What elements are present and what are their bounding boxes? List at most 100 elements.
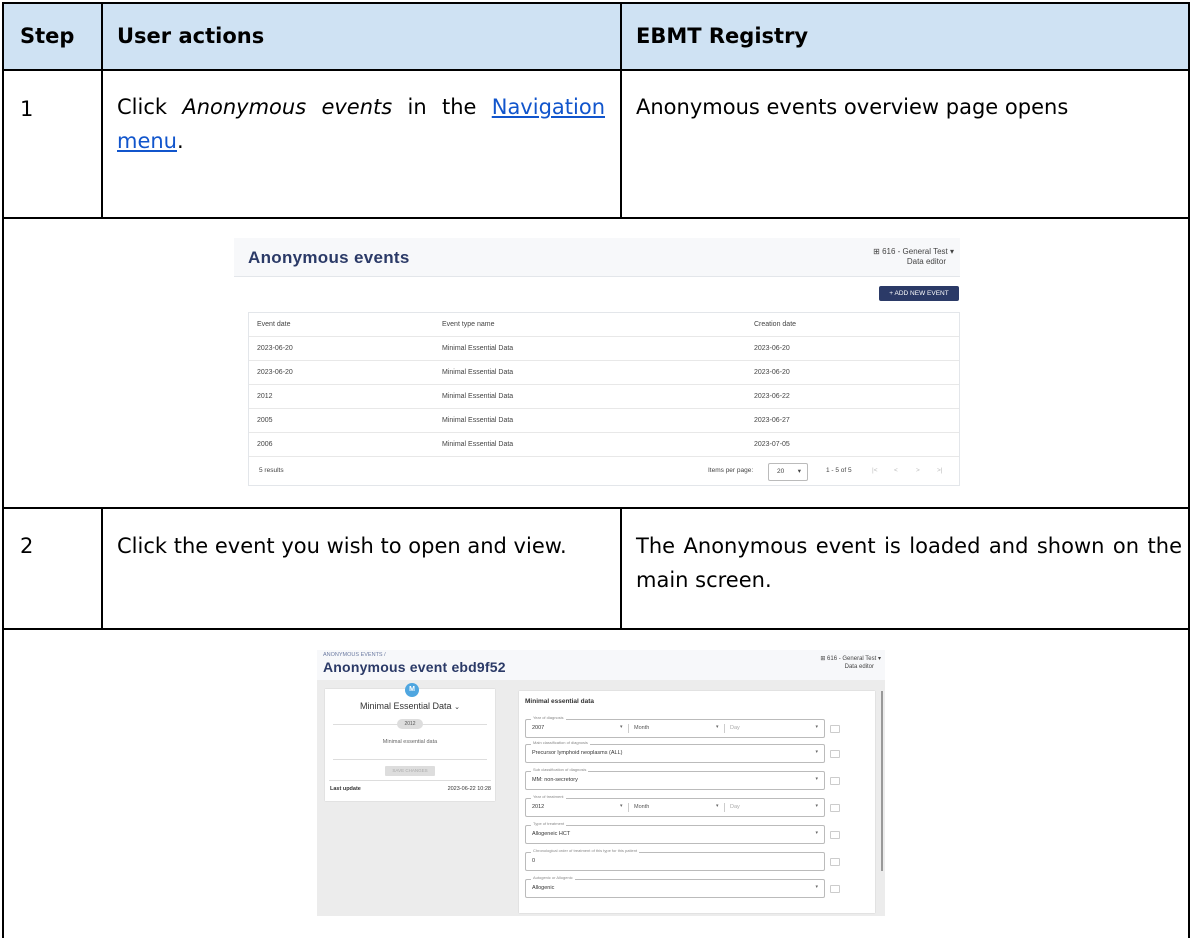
- main-classification-field[interactable]: Main classification of diagnosis Precurs…: [525, 740, 825, 763]
- cell-event-date: 2023-06-20: [257, 345, 293, 352]
- field-label: Main classification of diagnosis: [531, 740, 590, 745]
- items-per-page-label: Items per page:: [708, 467, 754, 474]
- screenshot-anonymous-event-detail: ANONYMOUS EVENTS / Anonymous event ebd9f…: [317, 650, 885, 916]
- form-card: Minimal essential data Year of diagnosis…: [519, 691, 883, 913]
- table-footer: 5 results Items per page: 20 ▾ 1 - 5 of …: [249, 458, 959, 484]
- chevron-down-icon: ▾: [815, 803, 818, 809]
- table-border: [101, 508, 103, 629]
- column-header: Creation date: [754, 321, 797, 328]
- action-italic: Anonymous events: [182, 95, 393, 119]
- header-user-actions: User actions: [117, 24, 265, 48]
- cell-event-date: 2005: [257, 417, 273, 424]
- field-value: 0: [532, 858, 536, 864]
- comment-icon[interactable]: [830, 885, 840, 893]
- event-type-selector[interactable]: Minimal Essential Data ⌄: [325, 701, 495, 711]
- items-per-page-select[interactable]: 20 ▾: [768, 463, 808, 481]
- page-title: Anonymous events: [248, 248, 410, 267]
- table-border: [2, 2, 1190, 4]
- year-of-treatment-field[interactable]: Year of treatment 2012 ▾ Month ▾ Day ▾: [525, 794, 825, 817]
- month-select[interactable]: Month: [634, 804, 649, 810]
- table-border: [2, 217, 1190, 219]
- chevron-down-icon: ▾: [815, 830, 818, 836]
- comment-icon[interactable]: [830, 777, 840, 785]
- divider: [628, 724, 629, 733]
- event-subtitle: Minimal essential data: [382, 739, 438, 745]
- action-suffix: .: [177, 129, 184, 153]
- chevron-down-icon: ▾: [716, 724, 719, 730]
- table-row[interactable]: 2023-06-20 Minimal Essential Data 2023-0…: [249, 337, 959, 361]
- table-row[interactable]: 2012 Minimal Essential Data 2023-06-22: [249, 385, 959, 409]
- table-row[interactable]: 2023-06-20 Minimal Essential Data 2023-0…: [249, 361, 959, 385]
- cell-event-type: Minimal Essential Data: [442, 345, 514, 352]
- breadcrumb[interactable]: ANONYMOUS EVENTS /: [323, 652, 386, 658]
- user-action-text: Click the event you wish to open and vie…: [117, 534, 567, 558]
- registry-result-text: Anonymous events overview page opens: [636, 95, 1069, 119]
- cell-creation-date: 2023-07-05: [754, 441, 790, 448]
- field-value: 2012: [532, 804, 545, 810]
- cell-event-type: Minimal Essential Data: [442, 441, 514, 448]
- last-page-icon[interactable]: >|: [937, 458, 942, 484]
- comment-icon[interactable]: [830, 858, 840, 866]
- page-header: Anonymous events ⊞ 616 - General Test ▾ …: [234, 238, 960, 277]
- divider: [333, 759, 487, 760]
- chevron-down-icon: ▾: [877, 656, 881, 662]
- tenant-name: 616 - General Test: [827, 656, 877, 662]
- hospital-icon: ⊞: [820, 656, 826, 662]
- type-of-treatment-field[interactable]: Type of treatment Allogeneic HCT ▾: [525, 821, 825, 844]
- hospital-icon: ⊞: [873, 247, 880, 256]
- tenant-role: Data editor: [844, 664, 874, 670]
- sub-classification-field[interactable]: Sub classification of diagnosis MM: non-…: [525, 767, 825, 790]
- field-label: Year of treatment: [531, 794, 566, 799]
- comment-icon[interactable]: [830, 831, 840, 839]
- header-step: Step: [20, 24, 75, 48]
- comment-icon[interactable]: [830, 725, 840, 733]
- tenant-selector[interactable]: ⊞ 616 - General Test ▾ Data editor: [873, 247, 954, 267]
- results-count: 5 results: [259, 467, 284, 474]
- chevron-down-icon: ▾: [949, 247, 954, 256]
- field-value: Precursor lymphoid neoplasms (ALL): [532, 750, 623, 756]
- year-of-diagnosis-field[interactable]: Year of diagnosis 2007 ▾ Month ▾ Day ▾: [525, 715, 825, 738]
- comment-icon[interactable]: [830, 750, 840, 758]
- divider: [628, 803, 629, 812]
- cell-creation-date: 2023-06-20: [754, 345, 790, 352]
- autogenic-allogenic-field[interactable]: Autogenic or Allogenic Allogenic ▾: [525, 875, 825, 898]
- events-table: Event date Event type name Creation date…: [248, 312, 960, 486]
- table-border: [2, 628, 1190, 630]
- month-select[interactable]: Month: [634, 725, 649, 731]
- navigation-menu-link[interactable]: Navigation: [492, 95, 605, 119]
- next-page-icon[interactable]: >: [916, 458, 920, 484]
- cell-event-date: 2012: [257, 393, 273, 400]
- chevron-down-icon: ▾: [620, 724, 623, 730]
- chronological-order-field[interactable]: Chronological order of treatment of this…: [525, 848, 825, 871]
- day-select[interactable]: Day: [730, 804, 740, 810]
- scrollbar[interactable]: [881, 691, 883, 871]
- field-label: Autogenic or Allogenic: [531, 875, 575, 880]
- field-label: Chronological order of treatment of this…: [531, 848, 640, 853]
- column-header: Event type name: [442, 321, 495, 328]
- divider: [329, 780, 491, 781]
- day-select[interactable]: Day: [730, 725, 740, 731]
- cell-creation-date: 2023-06-27: [754, 417, 790, 424]
- comment-icon[interactable]: [830, 804, 840, 812]
- add-new-event-button[interactable]: + ADD NEW EVENT: [879, 286, 959, 301]
- items-per-page-value: 20: [777, 468, 785, 475]
- cell-event-date: 2023-06-20: [257, 369, 293, 376]
- event-type-name: Minimal Essential Data: [360, 701, 452, 711]
- prev-page-icon[interactable]: <: [894, 458, 898, 484]
- field-label: Year of diagnosis: [531, 715, 566, 720]
- chevron-down-icon: ▾: [620, 803, 623, 809]
- chevron-down-icon: ▾: [815, 724, 818, 730]
- tenant-selector[interactable]: ⊞ 616 - General Test ▾ Data editor: [820, 655, 881, 671]
- table-row[interactable]: 2006 Minimal Essential Data 2023-07-05: [249, 433, 959, 457]
- table-row[interactable]: 2005 Minimal Essential Data 2023-06-27: [249, 409, 959, 433]
- last-update-value: 2023-06-22 10:28: [447, 786, 491, 792]
- chevron-down-icon: ▾: [815, 749, 818, 755]
- chevron-down-icon: ▾: [797, 468, 801, 475]
- save-changes-button[interactable]: SAVE CHANGES: [385, 766, 435, 776]
- first-page-icon[interactable]: |<: [872, 458, 877, 484]
- navigation-menu-link[interactable]: menu: [117, 129, 177, 153]
- field-value: Allogeneic HCT: [532, 831, 571, 837]
- document-page: Step User actions EBMT Registry 1 Click …: [0, 0, 1190, 938]
- field-value: 2007: [532, 725, 545, 731]
- event-summary-card: M Minimal Essential Data ⌄ 2012 Minimal …: [325, 683, 495, 801]
